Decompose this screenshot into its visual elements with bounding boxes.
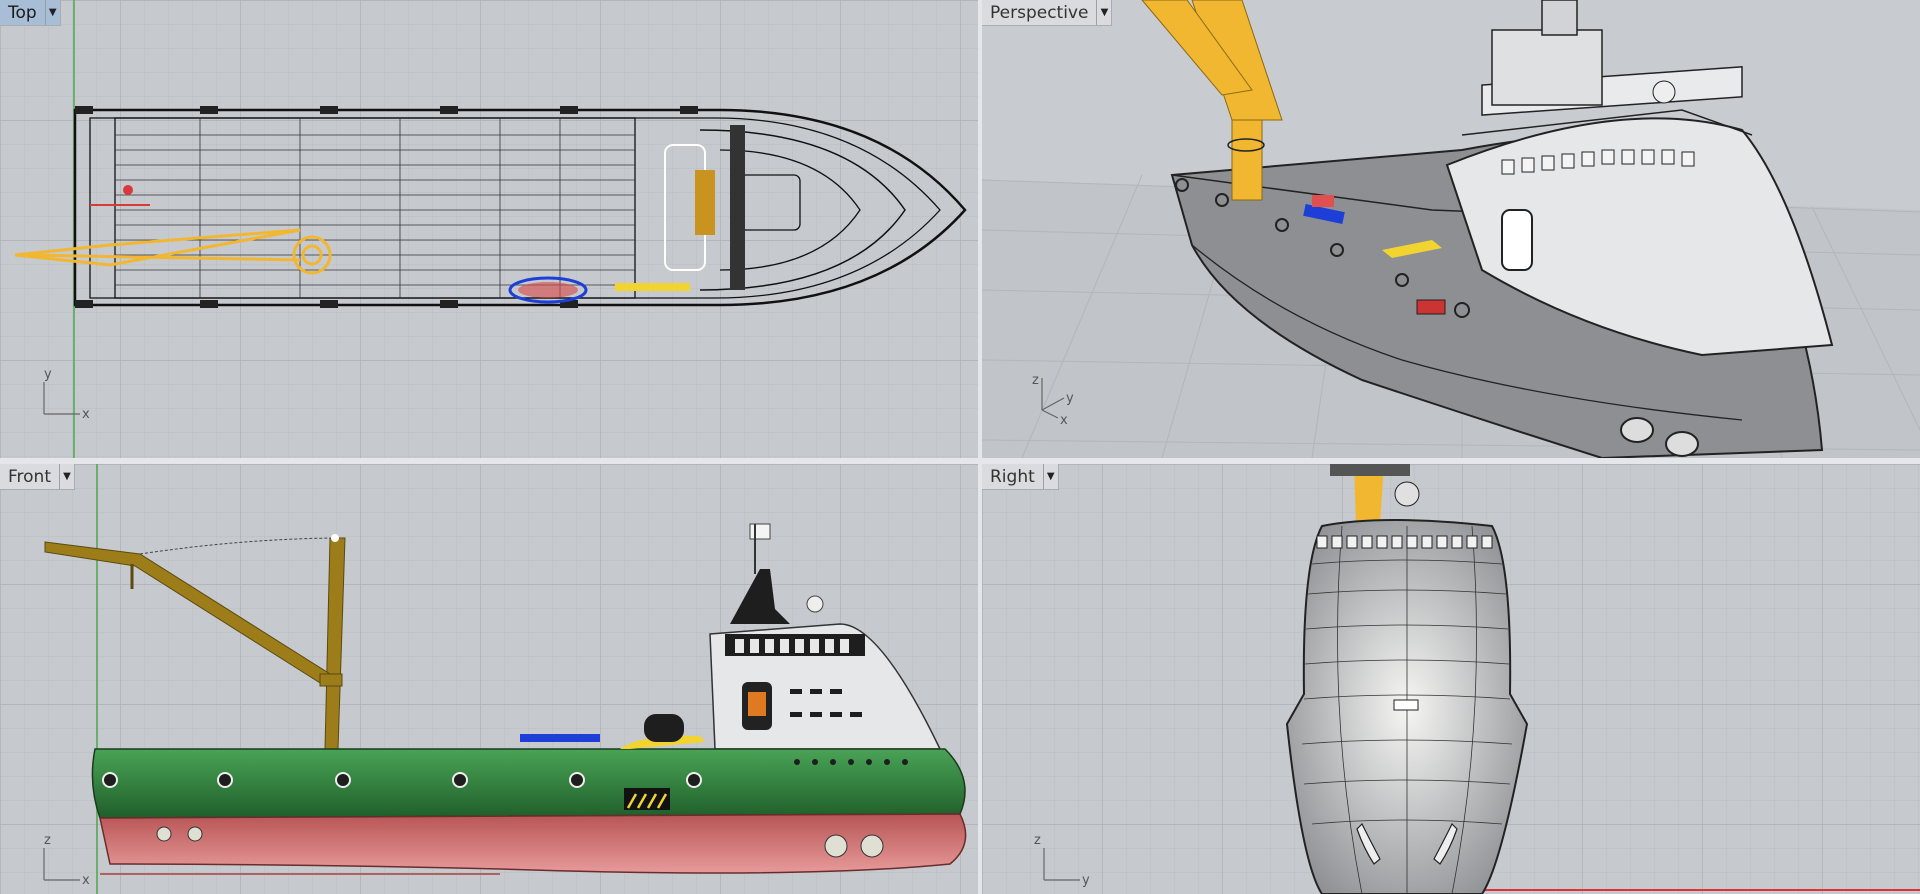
svg-text:y: y	[44, 367, 52, 382]
svg-text:y: y	[1066, 391, 1074, 406]
svg-text:y: y	[1082, 873, 1090, 888]
rhino-workspace: y x Top ▼ z y x Perspective ▼ z x Front …	[0, 0, 1920, 894]
viewport-splitter-vertical[interactable]	[978, 0, 982, 894]
svg-text:x: x	[82, 407, 90, 422]
chevron-down-icon[interactable]: ▼	[44, 0, 60, 25]
viewport-tab-front[interactable]: Front ▼	[0, 464, 75, 490]
viewport-tab-top[interactable]: Top ▼	[0, 0, 61, 26]
hull-side	[91, 748, 967, 875]
chevron-down-icon[interactable]: ▼	[1096, 0, 1111, 25]
svg-text:z: z	[1032, 373, 1039, 388]
svg-text:z: z	[1034, 833, 1041, 848]
top-view-scene: y x	[0, 0, 978, 458]
svg-text:x: x	[82, 873, 90, 888]
svg-text:z: z	[44, 833, 51, 848]
right-view-scene: z y	[982, 464, 1920, 894]
viewport-perspective[interactable]: z y x Perspective ▼	[982, 0, 1920, 458]
bow-view	[1285, 464, 1529, 894]
viewport-title: Top	[8, 2, 37, 23]
viewport-tab-perspective[interactable]: Perspective ▼	[982, 0, 1113, 26]
viewport-title: Perspective	[990, 2, 1089, 23]
chevron-down-icon[interactable]: ▼	[59, 464, 74, 489]
viewport-front[interactable]: z x Front ▼	[0, 464, 978, 894]
chevron-down-icon[interactable]: ▼	[1042, 464, 1058, 489]
viewport-splitter-horizontal[interactable]	[0, 458, 1920, 464]
viewport-title: Right	[990, 466, 1035, 487]
viewport-tab-right[interactable]: Right ▼	[982, 464, 1059, 490]
svg-text:x: x	[1060, 413, 1068, 428]
viewport-title: Front	[8, 466, 51, 487]
front-view-scene: z x	[0, 464, 978, 894]
viewport-top[interactable]: y x Top ▼	[0, 0, 978, 458]
viewport-right[interactable]: z y Right ▼	[982, 464, 1920, 894]
perspective-view-scene: z y x	[982, 0, 1920, 458]
